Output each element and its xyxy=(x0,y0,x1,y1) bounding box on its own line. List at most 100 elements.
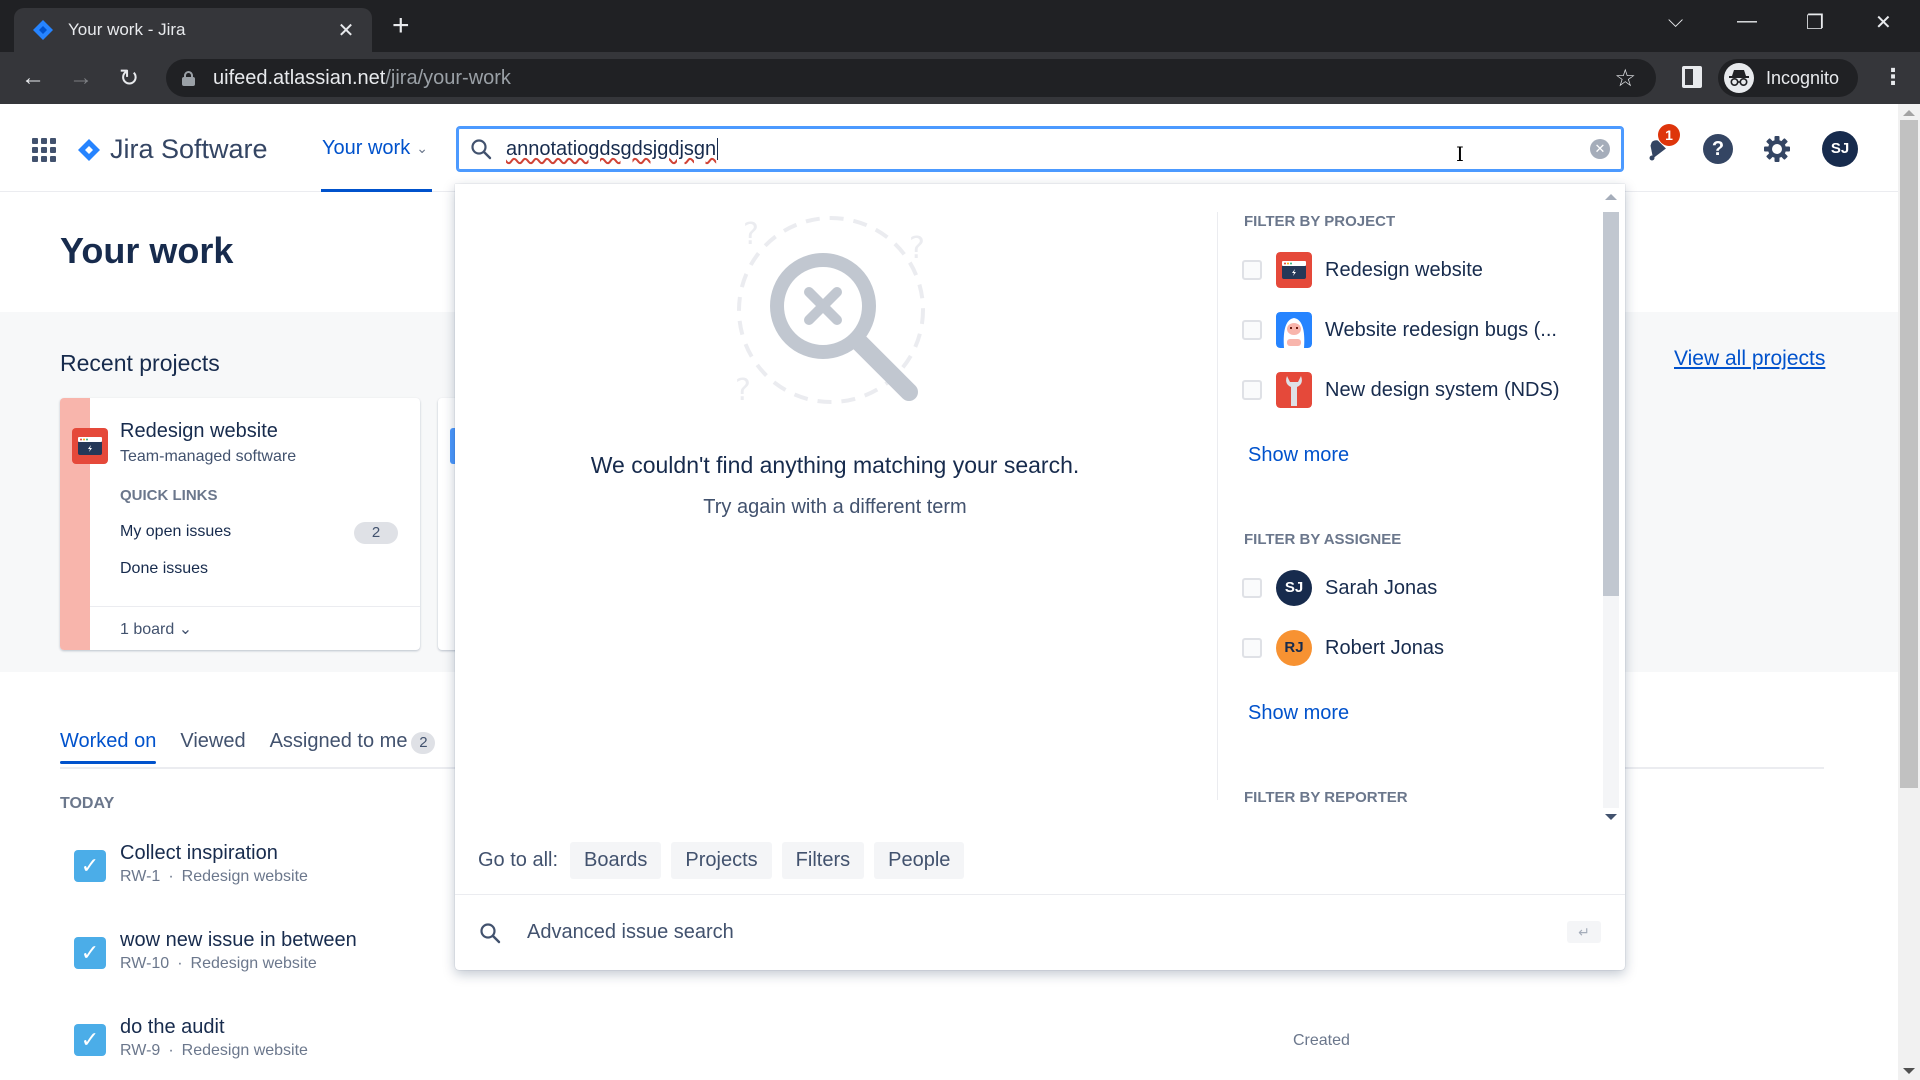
done-issues-link[interactable]: Done issues xyxy=(120,560,208,578)
scroll-down-arrow-icon[interactable] xyxy=(1605,814,1617,820)
no-results-heading: We couldn't find anything matching your … xyxy=(590,452,1080,478)
checkbox[interactable] xyxy=(1242,320,1262,340)
minimize-icon[interactable]: — xyxy=(1737,10,1757,33)
forward-icon[interactable]: → xyxy=(66,64,96,92)
issue-row[interactable]: ✓ Collect inspiration RW-1 · Redesign webs… xyxy=(74,842,308,886)
back-icon[interactable]: ← xyxy=(18,64,48,92)
chevron-down-icon: ⌄ xyxy=(416,139,428,156)
go-to-all-label: Go to all: xyxy=(478,849,559,871)
page-scrollbar[interactable] xyxy=(1898,104,1920,1080)
text-caret xyxy=(717,138,719,160)
checkbox[interactable] xyxy=(1242,578,1262,598)
browser-window-icon xyxy=(1276,252,1312,288)
help-button[interactable]: ? xyxy=(1703,134,1733,164)
assigned-count: 2 xyxy=(411,732,436,754)
window-close-icon[interactable]: ✕ xyxy=(1875,10,1892,35)
view-all-projects-link[interactable]: View all projects xyxy=(1674,347,1825,371)
bookmark-star-icon[interactable]: ☆ xyxy=(1614,64,1636,93)
side-panel-icon[interactable] xyxy=(1682,66,1702,88)
product-name: Jira Software xyxy=(110,134,268,164)
show-more-projects-button[interactable]: Show more xyxy=(1248,444,1349,467)
checkbox[interactable] xyxy=(1242,260,1262,280)
scroll-up-arrow-icon[interactable] xyxy=(1903,110,1915,116)
no-results-subtext: Try again with a different term xyxy=(703,496,967,518)
issue-meta: RW-9 · Redesign website xyxy=(120,1042,308,1059)
issue-title: Collect inspiration xyxy=(120,842,278,864)
profile-button[interactable]: SJ xyxy=(1822,131,1858,167)
svg-text:?: ? xyxy=(735,373,751,408)
checkbox[interactable] xyxy=(1242,638,1262,658)
svg-text:?: ? xyxy=(743,217,759,252)
section-label-today: TODAY xyxy=(60,795,115,812)
tab-assigned-to-me[interactable]: Assigned to me 2 xyxy=(270,730,436,764)
recent-projects-heading: Recent projects xyxy=(60,350,220,376)
go-to-people-button[interactable]: People xyxy=(874,842,965,879)
incognito-profile-button[interactable]: Incognito xyxy=(1718,59,1858,97)
search-input[interactable]: annotatiogdsgdsjgdjsgn ✕ xyxy=(456,126,1624,172)
scrollbar-thumb[interactable] xyxy=(1603,212,1619,596)
project-name: Redesign website xyxy=(120,420,278,442)
filters-scrollbar[interactable] xyxy=(1601,190,1621,820)
new-tab-button[interactable]: + xyxy=(392,11,410,41)
filter-project-label: Website redesign bugs (... xyxy=(1325,318,1557,341)
dropdown-column-divider xyxy=(1217,212,1218,800)
tab-viewed[interactable]: Viewed xyxy=(180,730,245,764)
reload-icon[interactable]: ↻ xyxy=(114,64,144,93)
task-checkbox-icon: ✓ xyxy=(74,1024,106,1056)
task-checkbox-icon: ✓ xyxy=(74,850,106,882)
url-text: uifeed.atlassian.net/jira/your-work xyxy=(213,66,511,89)
tab-worked-on[interactable]: Worked on xyxy=(60,730,157,764)
issue-meta: RW-1 · Redesign website xyxy=(120,868,308,885)
quick-links-label: QUICK LINKS xyxy=(120,487,218,504)
my-open-issues-link[interactable]: My open issues xyxy=(120,523,231,541)
scroll-down-arrow-icon[interactable] xyxy=(1903,1068,1915,1074)
filter-assignee-item[interactable]: RJ Robert Jonas xyxy=(1242,630,1444,666)
no-results-magnifier-icon: ? ? ? xyxy=(735,216,925,408)
tab-title: Your work - Jira xyxy=(68,20,186,39)
clear-search-icon[interactable]: ✕ xyxy=(1590,139,1610,159)
search-results-dropdown: ? ? ? We couldn't find anything matching… xyxy=(455,184,1625,970)
jira-favicon-icon xyxy=(33,20,53,40)
task-checkbox-icon: ✓ xyxy=(74,937,106,969)
filter-assignee-item[interactable]: SJ Sarah Jonas xyxy=(1242,570,1437,606)
filter-project-item[interactable]: New design system (NDS) xyxy=(1242,372,1560,408)
settings-button[interactable] xyxy=(1762,134,1792,164)
filter-project-item[interactable]: Website redesign bugs (... xyxy=(1242,312,1557,348)
scrollbar-thumb[interactable] xyxy=(1900,120,1918,788)
go-to-all-bar: Go to all: Boards Projects Filters Peopl… xyxy=(478,842,974,879)
go-to-filters-button[interactable]: Filters xyxy=(781,842,865,879)
gear-icon xyxy=(1764,136,1790,162)
avatar: SJ xyxy=(1822,131,1858,167)
issue-row[interactable]: ✓ wow new issue in between RW-10 · Redesig… xyxy=(74,929,357,973)
avatar: RJ xyxy=(1276,630,1312,666)
project-card[interactable]: Redesign website Team-managed software Q… xyxy=(60,398,420,650)
show-more-assignees-button[interactable]: Show more xyxy=(1248,702,1349,725)
advanced-issue-search-label: Advanced issue search xyxy=(527,921,734,943)
checkbox[interactable] xyxy=(1242,380,1262,400)
help-icon: ? xyxy=(1703,134,1733,164)
nav-your-work-label: Your work xyxy=(322,136,411,159)
close-tab-icon[interactable]: ✕ xyxy=(334,18,358,43)
tab-search-icon[interactable]: ⌵ xyxy=(1668,10,1683,33)
go-to-projects-button[interactable]: Projects xyxy=(671,842,772,879)
nav-your-work[interactable]: Your work ⌄ xyxy=(321,104,432,192)
issue-row[interactable]: ✓ do the audit RW-9 · Redesign website xyxy=(74,1016,308,1060)
go-to-boards-button[interactable]: Boards xyxy=(570,842,662,879)
filter-by-project-heading: FILTER BY PROJECT xyxy=(1244,213,1396,230)
filter-project-item[interactable]: Redesign website xyxy=(1242,252,1483,288)
filter-assignee-label: Sarah Jonas xyxy=(1325,576,1438,599)
restore-icon[interactable]: ❐ xyxy=(1806,10,1824,35)
boards-dropdown[interactable]: 1 board ⌄ xyxy=(120,619,192,639)
browser-tab[interactable]: Your work - Jira ✕ xyxy=(14,8,372,52)
address-bar[interactable]: uifeed.atlassian.net/jira/your-work ☆ xyxy=(166,59,1656,97)
app-switcher-icon[interactable] xyxy=(32,138,56,162)
wrench-icon xyxy=(1276,372,1312,408)
browser-menu-icon[interactable]: ⋮ xyxy=(1882,64,1904,90)
enter-key-icon: ↵ xyxy=(1567,921,1601,943)
scroll-up-arrow-icon[interactable] xyxy=(1605,194,1617,200)
svg-text:?: ? xyxy=(909,231,925,266)
avatar: SJ xyxy=(1276,570,1312,606)
jira-logo[interactable]: Jira Software xyxy=(78,134,268,165)
advanced-issue-search-button[interactable]: Advanced issue search ↵ xyxy=(455,895,1625,970)
notifications-button[interactable]: 1 xyxy=(1642,124,1680,164)
